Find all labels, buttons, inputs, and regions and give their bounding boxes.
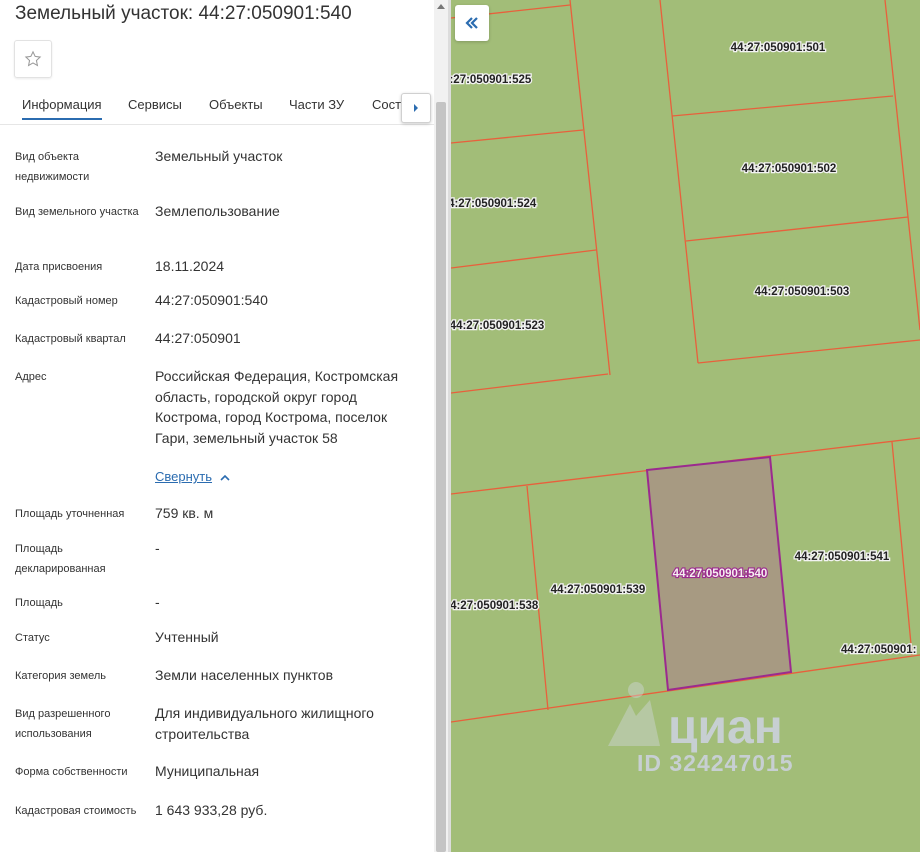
watermark-id: ID 324247015 — [637, 750, 794, 776]
tab-bar: Информация Сервисы Объекты Части ЗУ Сост… — [0, 93, 434, 125]
watermark-text: циан — [668, 701, 783, 754]
double-chevron-left-icon — [465, 17, 478, 29]
field-label: Площадь уточненная — [15, 508, 125, 520]
field-label: Площадь декларированная — [15, 543, 106, 575]
scrollbar-thumb[interactable] — [436, 102, 446, 852]
parcel-label: 44:27:050901:524 — [451, 198, 537, 210]
field-label: Кадастровый квартал — [15, 333, 126, 345]
cian-logo-icon — [608, 682, 660, 746]
tabs-scroll-right-button[interactable] — [401, 93, 431, 123]
boundary-line — [671, 95, 894, 117]
field-label: Кадастровый номер — [15, 295, 118, 307]
boundary-line — [884, 0, 920, 331]
parcel-label: 44:27:050901:539 — [551, 584, 646, 596]
field-value: Муниципальная — [155, 763, 260, 779]
field-value: Для индивидуального жилищного строительс… — [155, 705, 374, 742]
boundary-line — [451, 373, 609, 394]
star-icon — [24, 50, 42, 67]
field-value: 1 643 933,28 руб. — [155, 802, 268, 818]
chevron-right-icon — [414, 104, 418, 112]
info-panel: Земельный участок: 44:27:050901:540 Инфо… — [0, 0, 434, 852]
selected-parcel-label: 44:27:050901:540 — [673, 568, 768, 580]
tab-information[interactable]: Информация — [22, 97, 102, 120]
field-label: Форма собственности — [15, 766, 128, 778]
parcel-label: 44:27:050901:501 — [731, 42, 826, 54]
tab-services[interactable]: Сервисы — [128, 97, 182, 112]
field-value: Учтенный — [155, 629, 219, 645]
field-label: Вид разрешенного использования — [15, 708, 111, 740]
parcel-label: 44:27:050901: — [841, 644, 916, 656]
field-label: Площадь — [15, 597, 63, 609]
boundary-line — [697, 339, 920, 364]
field-label: Адрес — [15, 371, 47, 383]
collapse-panel-button[interactable] — [455, 5, 489, 41]
parcel-label: 44:27:050901:502 — [742, 163, 837, 175]
favorite-button[interactable] — [14, 40, 52, 78]
boundary-line — [526, 485, 549, 711]
field-label: Вид объекта недвижимости — [15, 151, 90, 183]
collapse-label: Свернуть — [155, 469, 213, 484]
parcel-label: 44:27:050901:523 — [451, 320, 544, 332]
field-label: Статус — [15, 632, 50, 644]
boundary-line — [659, 0, 699, 364]
field-label: Категория земель — [15, 670, 106, 682]
chevron-up-icon — [220, 474, 230, 481]
parcel-label: 44:27:050901:525 — [451, 74, 532, 86]
scroll-up-arrow[interactable] — [437, 4, 445, 9]
tab-objects[interactable]: Объекты — [209, 97, 263, 112]
page-title: Земельный участок: 44:27:050901:540 — [15, 3, 352, 24]
panel-scrollbar[interactable] — [434, 0, 448, 852]
collapse-link[interactable]: Свернуть — [155, 469, 230, 484]
field-value: Землепользование — [155, 203, 280, 219]
field-value: - — [155, 594, 160, 610]
field-label: Дата присвоения — [15, 261, 103, 273]
boundary-line — [891, 441, 913, 656]
boundary-line — [451, 249, 597, 269]
parcel-label: 44:27:050901:541 — [795, 551, 890, 563]
boundary-line — [569, 0, 611, 376]
field-value: 44:27:050901 — [155, 330, 241, 346]
field-value: 44:27:050901:540 — [155, 292, 268, 308]
field-value: Земли населенных пунктов — [155, 667, 334, 683]
tab-parts[interactable]: Части ЗУ — [289, 97, 344, 112]
field-value: Земельный участок — [155, 148, 283, 164]
field-label: Вид земельного участка — [15, 206, 139, 218]
field-value: - — [155, 540, 160, 556]
parcel-label: 44:27:050901:538 — [451, 600, 539, 612]
address-value: Российская Федерация, Костромская област… — [155, 368, 399, 446]
tab-composition[interactable]: Состав — [372, 97, 402, 112]
field-label: Кадастровая стоимость — [15, 805, 137, 817]
field-value: 18.11.2024 — [155, 258, 225, 274]
boundary-line — [685, 216, 909, 242]
boundary-line — [451, 129, 584, 144]
field-value: 759 кв. м — [155, 505, 214, 521]
parcel-label: 44:27:050901:503 — [755, 286, 850, 298]
